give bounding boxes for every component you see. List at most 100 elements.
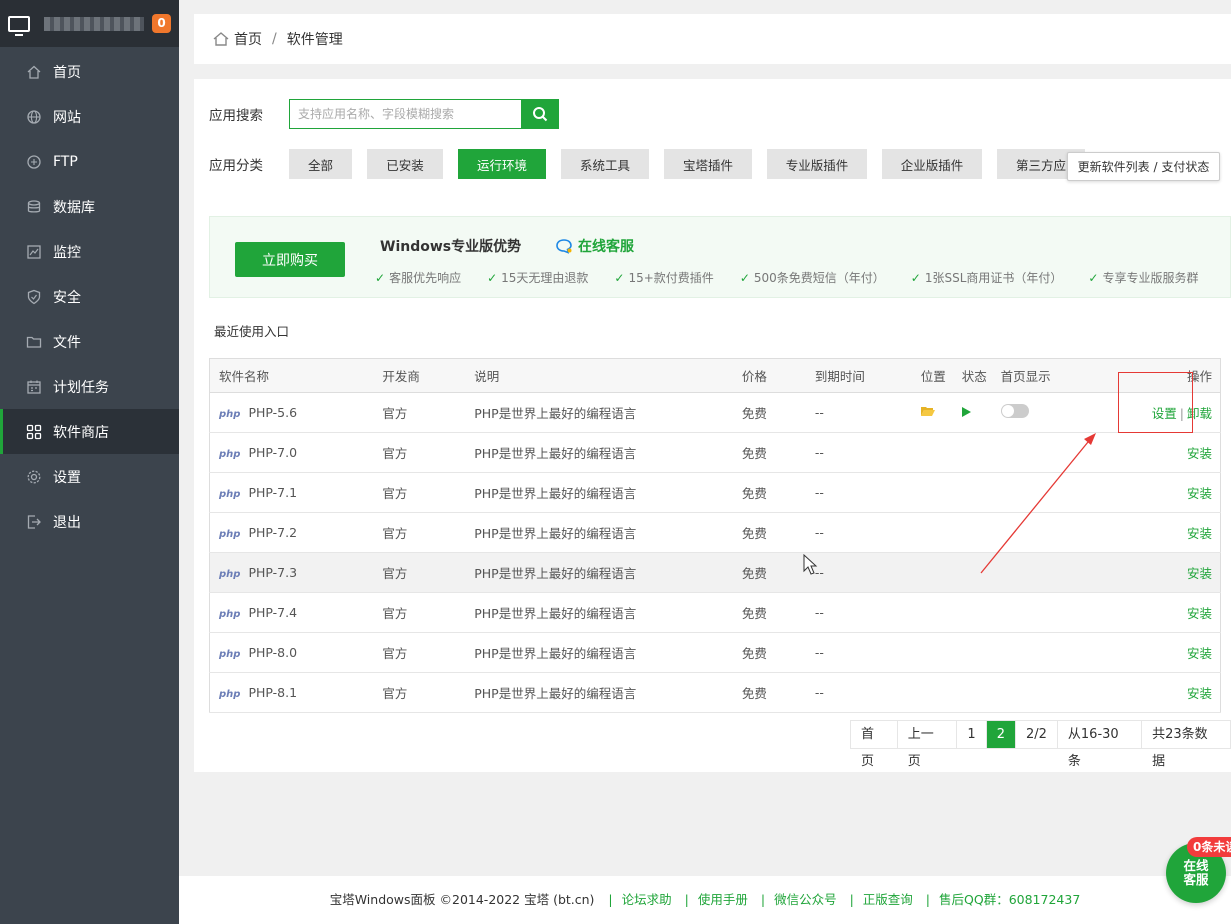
gear-icon (26, 469, 42, 485)
sidebar-item-logout[interactable]: 退出 (0, 499, 179, 544)
install-link[interactable]: 安装 (1187, 526, 1212, 541)
install-link[interactable]: 安装 (1187, 486, 1212, 501)
category-system-tools[interactable]: 系统工具 (561, 149, 649, 179)
homepage-display-toggle[interactable] (1000, 404, 1029, 418)
category-installed[interactable]: 已安装 (367, 149, 443, 179)
search-button[interactable] (521, 99, 559, 129)
cell-expire: -- (805, 552, 912, 593)
install-link[interactable]: 安装 (1187, 446, 1212, 461)
buy-now-button[interactable]: 立即购买 (235, 242, 345, 277)
col-name: 软件名称 (209, 358, 374, 393)
table-row: php PHP-7.2 官方 PHP是世界上最好的编程语言 免费 -- 安装 (209, 512, 1221, 553)
sidebar-item-label: 软件商店 (53, 424, 109, 441)
page-1[interactable]: 1 (957, 721, 987, 748)
sidebar-item-database[interactable]: 数据库 (0, 184, 179, 229)
notification-badge[interactable]: 0 (152, 14, 171, 33)
php-logo-icon: php (219, 609, 241, 620)
sidebar-item-settings[interactable]: 设置 (0, 454, 179, 499)
online-service-link[interactable]: 在线客服 (555, 236, 634, 256)
footer-link-forum[interactable]: 论坛求助 (622, 892, 672, 907)
category-enterprise-plugins[interactable]: 企业版插件 (882, 149, 982, 179)
breadcrumb-home-link[interactable]: 首页 (234, 29, 262, 49)
page-first[interactable]: 首页 (851, 721, 898, 769)
cell-homepage-display (991, 672, 1112, 713)
sidebar-item-monitor[interactable]: 监控 (0, 229, 179, 274)
sidebar-item-website[interactable]: 网站 (0, 94, 179, 139)
cell-status (952, 632, 992, 673)
install-link[interactable]: 安装 (1187, 566, 1212, 581)
page-prev[interactable]: 上一页 (898, 721, 958, 769)
cell-developer: 官方 (373, 672, 466, 713)
php-logo-icon: php (219, 489, 241, 500)
search-icon (533, 107, 548, 122)
php-logo-icon: php (219, 569, 241, 580)
category-all[interactable]: 全部 (289, 149, 352, 179)
footer-link-genuine-check[interactable]: 正版查询 (863, 892, 913, 907)
cell-expire: -- (805, 672, 912, 713)
home-icon (26, 64, 42, 80)
chat-line2: 客服 (1183, 872, 1209, 887)
install-link[interactable]: 安装 (1187, 606, 1212, 621)
cell-location (911, 672, 953, 713)
breadcrumb: 首页 / 软件管理 (194, 14, 1231, 64)
category-bt-plugins[interactable]: 宝塔插件 (664, 149, 752, 179)
cell-price: 免费 (732, 592, 806, 633)
settings-link[interactable]: 设置 (1152, 406, 1177, 421)
running-status-icon[interactable] (961, 407, 971, 417)
cell-location (911, 632, 953, 673)
search-label: 应用搜索 (209, 108, 263, 124)
cell-price: 免费 (732, 472, 806, 513)
cell-name: php PHP-7.0 (209, 432, 374, 473)
cell-name: php PHP-7.1 (209, 472, 374, 513)
sidebar-item-security[interactable]: 安全 (0, 274, 179, 319)
table-row: php PHP-8.0 官方 PHP是世界上最好的编程语言 免费 -- 安装 (209, 632, 1221, 673)
cell-description: PHP是世界上最好的编程语言 (465, 592, 733, 633)
cell-actions: 安装 (1111, 592, 1221, 633)
cell-price: 免费 (732, 632, 806, 673)
sidebar-item-cron[interactable]: 计划任务 (0, 364, 179, 409)
breadcrumb-separator: / (272, 31, 277, 47)
sidebar-item-ftp[interactable]: FTP (0, 139, 179, 184)
grid-icon (26, 424, 42, 440)
install-link[interactable]: 安装 (1187, 686, 1212, 701)
cell-status (952, 592, 992, 633)
software-name: PHP-7.0 (248, 445, 298, 460)
cell-homepage-display (991, 592, 1112, 633)
feature-list: 客服优先响应 15天无理由退款 15+款付费插件 500条免费短信（年付） 1张… (375, 269, 1224, 286)
page-total: 共23条数据 (1152, 727, 1208, 769)
category-row: 应用分类 全部 已安装 运行环境 系统工具 宝塔插件 专业版插件 企业版插件 第… (209, 149, 1100, 179)
uninstall-link[interactable]: 卸载 (1187, 406, 1212, 421)
category-runtime[interactable]: 运行环境 (458, 149, 546, 179)
open-folder-icon[interactable] (920, 406, 935, 417)
sidebar-item-home[interactable]: 首页 (0, 49, 179, 94)
cell-price: 免费 (732, 552, 806, 593)
install-link[interactable]: 安装 (1187, 646, 1212, 661)
server-address-blurred (44, 16, 144, 31)
update-software-list-button[interactable]: 更新软件列表 / 支付状态 (1067, 152, 1220, 181)
cell-price: 免费 (732, 672, 806, 713)
sidebar-item-software-store[interactable]: 软件商店 (0, 409, 179, 454)
footer-qq-group[interactable]: 售后QQ群：608172437 (939, 892, 1080, 907)
page-2-current[interactable]: 2 (986, 721, 1016, 748)
col-developer: 开发商 (373, 358, 466, 393)
cell-description: PHP是世界上最好的编程语言 (465, 552, 733, 593)
footer-link-manual[interactable]: 使用手册 (698, 892, 748, 907)
cell-homepage-display (991, 512, 1112, 553)
cell-actions: 安装 (1111, 552, 1221, 593)
search-input[interactable] (289, 99, 521, 129)
sidebar-item-files[interactable]: 文件 (0, 319, 179, 364)
cell-location (911, 512, 953, 553)
cell-expire: -- (805, 432, 912, 473)
category-pro-plugins[interactable]: 专业版插件 (767, 149, 867, 179)
feature-item: 1张SSL商用证书（年付） (911, 269, 1063, 286)
sidebar-item-label: 首页 (53, 64, 81, 81)
cell-actions: 设置 | 卸载 (1111, 392, 1221, 433)
search-row: 应用搜索 (209, 99, 559, 129)
feature-item: 15天无理由退款 (487, 269, 588, 286)
cell-actions: 安装 (1111, 472, 1221, 513)
cell-description: PHP是世界上最好的编程语言 (465, 512, 733, 553)
chat-bubble-icon (556, 239, 572, 254)
col-location: 位置 (911, 358, 953, 393)
footer-link-wechat[interactable]: 微信公众号 (774, 892, 837, 907)
online-service-label: 在线客服 (578, 239, 634, 255)
